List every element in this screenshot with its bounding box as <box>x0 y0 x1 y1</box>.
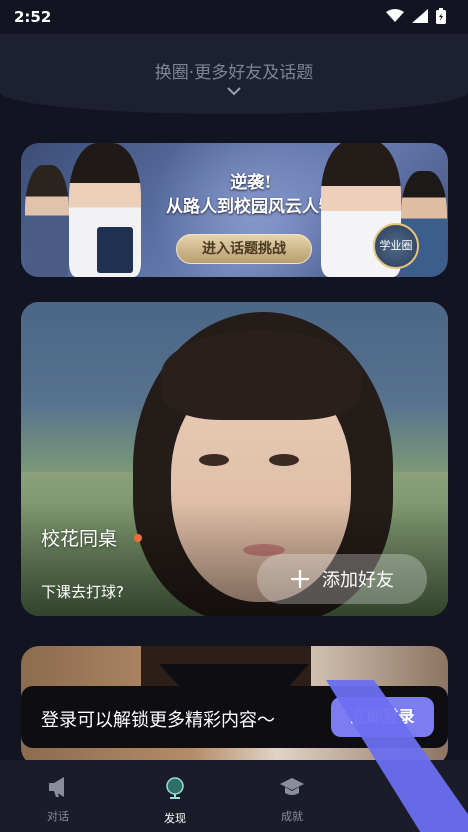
tab-achievements-label: 成就 <box>281 810 303 823</box>
add-friend-label: 添加好友 <box>322 570 394 591</box>
tab-chat[interactable]: 对话 <box>18 776 98 824</box>
chevron-down-icon[interactable] <box>226 86 242 96</box>
tab-discover[interactable]: 发现 <box>135 776 215 826</box>
status-bar: 2:52 <box>0 0 468 34</box>
megaphone-icon <box>49 777 64 797</box>
globe-icon <box>166 777 184 799</box>
banner-book <box>97 227 133 273</box>
status-icons <box>386 8 446 24</box>
signal-icon <box>412 9 428 23</box>
study-circle-badge[interactable]: 学业圈 <box>373 223 419 269</box>
portrait-fringe <box>161 330 361 420</box>
battery-icon <box>436 8 446 24</box>
wifi-icon <box>386 9 404 22</box>
enter-challenge-button[interactable]: 进入话题挑战 <box>176 234 312 264</box>
tab-achievements[interactable]: 成就 <box>252 776 332 824</box>
graduation-cap-icon <box>280 778 304 795</box>
tab-discover-label: 发现 <box>164 812 186 825</box>
topic-challenge-banner[interactable]: 逆袭! 从路人到校园风云人物 进入话题挑战 学业圈 <box>21 143 448 277</box>
portrait-left-eye <box>199 454 229 466</box>
banner-person-1 <box>25 165 69 277</box>
add-friend-button[interactable]: 添加好友 <box>257 554 427 604</box>
portrait-right-eye <box>269 454 299 466</box>
login-prompt-notch <box>159 664 309 694</box>
online-dot <box>134 534 142 542</box>
profile-status: 下课去打球? <box>41 583 124 601</box>
circle-switch-header[interactable]: 换圈·更多好友及话题 <box>0 34 468 114</box>
status-time: 2:52 <box>14 8 52 26</box>
login-message: 登录可以解锁更多精彩内容～ <box>41 710 275 731</box>
profile-card[interactable]: 校花同桌 下课去打球? 添加好友 <box>21 302 448 616</box>
profile-name: 校花同桌 <box>41 528 118 550</box>
page-title[interactable]: 换圈·更多好友及话题 <box>0 58 468 83</box>
tab-chat-label: 对话 <box>47 810 69 823</box>
plus-icon <box>291 570 309 588</box>
